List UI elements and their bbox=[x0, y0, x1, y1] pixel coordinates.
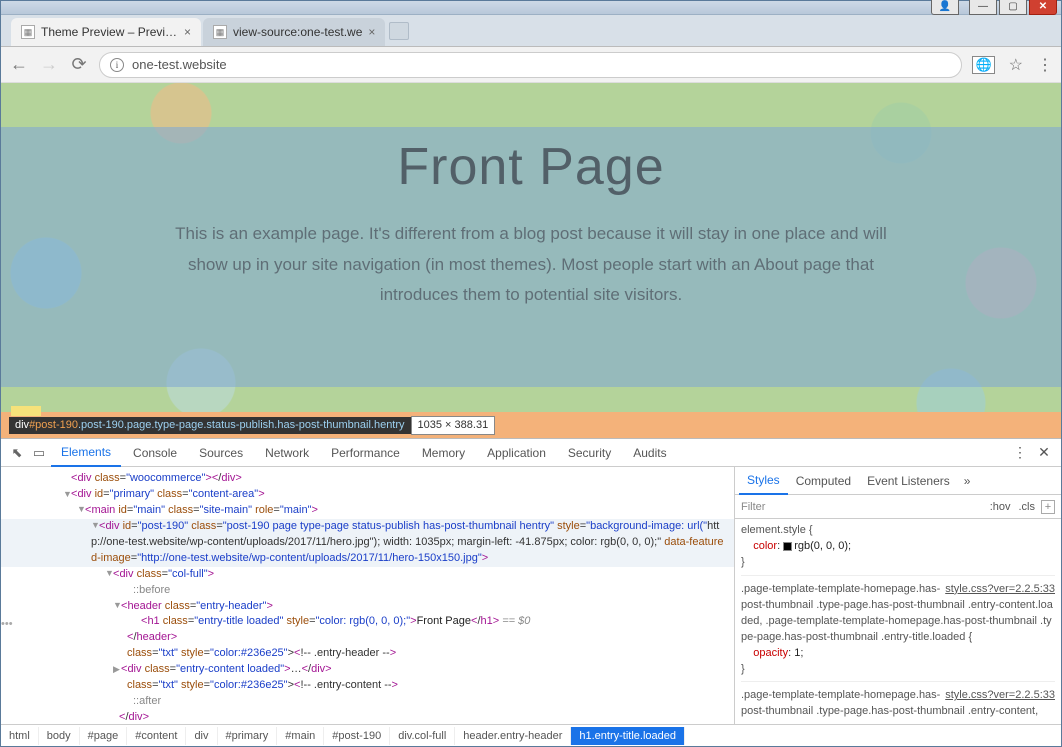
tab-strip: ▦ Theme Preview – Preview × ▦ view-sourc… bbox=[1, 15, 1061, 47]
browser-tab-2[interactable]: ▦ view-source:one-test.we × bbox=[203, 18, 385, 46]
styles-tab-bar: Styles Computed Event Listeners » bbox=[735, 467, 1061, 495]
breadcrumb-item[interactable]: #main bbox=[277, 727, 324, 745]
styles-sidebar: Styles Computed Event Listeners » Filter… bbox=[735, 467, 1061, 724]
devtools-tab-console[interactable]: Console bbox=[123, 440, 187, 466]
breadcrumb-item[interactable]: div.col-full bbox=[390, 727, 455, 745]
devtools-tab-security[interactable]: Security bbox=[558, 440, 621, 466]
devtools-tab-application[interactable]: Application bbox=[477, 440, 556, 466]
stylesheet-link[interactable]: style.css?ver=2.2.5:33 bbox=[945, 582, 1055, 598]
reload-button[interactable]: ⟳ bbox=[69, 55, 89, 75]
breadcrumb-item[interactable]: html bbox=[1, 727, 39, 745]
bookmark-star-icon[interactable]: ☆ bbox=[1009, 55, 1023, 75]
elements-dom-tree[interactable]: •••<div class="woocommerce"></div>▼<div … bbox=[1, 467, 735, 724]
devtools-panel: ⬉ ▭ Elements Console Sources Network Per… bbox=[1, 438, 1061, 746]
devtools-tab-audits[interactable]: Audits bbox=[623, 440, 676, 466]
devtools-tab-network[interactable]: Network bbox=[255, 440, 319, 466]
styles-filter-input[interactable]: Filter bbox=[741, 501, 982, 513]
devtools-tab-bar: ⬉ ▭ Elements Console Sources Network Per… bbox=[1, 439, 1061, 467]
address-bar: ← → ⟳ i one-test.website 🌐 ☆ ⋮ bbox=[1, 47, 1061, 83]
new-tab-button[interactable] bbox=[389, 22, 409, 40]
window-title-bar: 👤 — ▢ ✕ bbox=[1, 1, 1061, 15]
breadcrumb-item[interactable]: #post-190 bbox=[324, 727, 390, 745]
cls-toggle[interactable]: .cls bbox=[1019, 501, 1036, 513]
site-info-icon[interactable]: i bbox=[110, 58, 124, 72]
inspect-element-icon[interactable]: ⬉ bbox=[7, 445, 27, 461]
styles-tab-more-icon[interactable]: » bbox=[958, 474, 977, 488]
styles-rules-list[interactable]: element.style { color: rgb(0, 0, 0); } s… bbox=[735, 519, 1061, 724]
hov-toggle[interactable]: :hov bbox=[990, 501, 1011, 513]
devtools-close-icon[interactable]: ✕ bbox=[1033, 444, 1055, 461]
forward-button[interactable]: → bbox=[39, 55, 59, 75]
styles-filter-row: Filter :hov .cls + bbox=[735, 495, 1061, 519]
browser-window: 👤 — ▢ ✕ ▦ Theme Preview – Preview × ▦ vi… bbox=[0, 0, 1062, 747]
translate-icon[interactable]: 🌐 bbox=[972, 56, 994, 74]
breadcrumb-item[interactable]: header.entry-header bbox=[455, 727, 571, 745]
user-switch-button[interactable]: 👤 bbox=[931, 0, 959, 15]
styles-tab-computed[interactable]: Computed bbox=[788, 468, 859, 494]
device-toolbar-icon[interactable]: ▭ bbox=[29, 445, 49, 461]
tab-label: view-source:one-test.we bbox=[233, 25, 362, 39]
breadcrumb-item[interactable]: #page bbox=[80, 727, 128, 745]
tab-label: Theme Preview – Preview bbox=[41, 25, 178, 39]
devtools-tab-sources[interactable]: Sources bbox=[189, 440, 253, 466]
page-title: Front Page bbox=[1, 137, 1061, 197]
color-swatch-icon[interactable] bbox=[783, 542, 792, 551]
tab-close-icon[interactable]: × bbox=[368, 25, 375, 39]
styles-tab-styles[interactable]: Styles bbox=[739, 467, 788, 495]
inspect-padding-overlay bbox=[11, 406, 41, 416]
page-viewport: Front Page This is an example page. It's… bbox=[1, 83, 1061, 438]
devtools-tab-elements[interactable]: Elements bbox=[51, 439, 121, 467]
styles-tab-listeners[interactable]: Event Listeners bbox=[859, 468, 958, 494]
browser-tab-1[interactable]: ▦ Theme Preview – Preview × bbox=[11, 18, 201, 46]
devtools-menu-icon[interactable]: ⋮ bbox=[1009, 444, 1031, 461]
omnibox[interactable]: i one-test.website bbox=[99, 52, 962, 78]
favicon-icon: ▦ bbox=[21, 25, 35, 39]
kebab-menu-icon[interactable]: ⋮ bbox=[1037, 55, 1053, 75]
breadcrumb-item[interactable]: body bbox=[39, 727, 80, 745]
inspect-dimensions: 1035 × 388.31 bbox=[411, 416, 496, 435]
stylesheet-link[interactable]: style.css?ver=2.2.5:33 bbox=[945, 688, 1055, 704]
inspect-tooltip: div#post-190.post-190.page.type-page.sta… bbox=[9, 416, 495, 435]
tab-close-icon[interactable]: × bbox=[184, 25, 191, 39]
minimize-button[interactable]: — bbox=[969, 0, 997, 15]
back-button[interactable]: ← bbox=[9, 55, 29, 75]
page-intro-paragraph: This is an example page. It's different … bbox=[156, 219, 906, 311]
breadcrumb-item[interactable]: #content bbox=[127, 727, 186, 745]
favicon-icon: ▦ bbox=[213, 25, 227, 39]
breadcrumb-trail[interactable]: htmlbody#page#contentdiv#primary#main#po… bbox=[1, 724, 1061, 746]
devtools-tab-performance[interactable]: Performance bbox=[321, 440, 410, 466]
new-style-rule-button[interactable]: + bbox=[1041, 500, 1055, 514]
devtools-tab-memory[interactable]: Memory bbox=[412, 440, 475, 466]
close-button[interactable]: ✕ bbox=[1029, 0, 1057, 15]
breadcrumb-item[interactable]: h1.entry-title.loaded bbox=[571, 727, 685, 745]
omnibox-url: one-test.website bbox=[132, 57, 227, 72]
breadcrumb-item[interactable]: #primary bbox=[218, 727, 278, 745]
maximize-button[interactable]: ▢ bbox=[999, 0, 1027, 15]
breadcrumb-item[interactable]: div bbox=[186, 727, 217, 745]
